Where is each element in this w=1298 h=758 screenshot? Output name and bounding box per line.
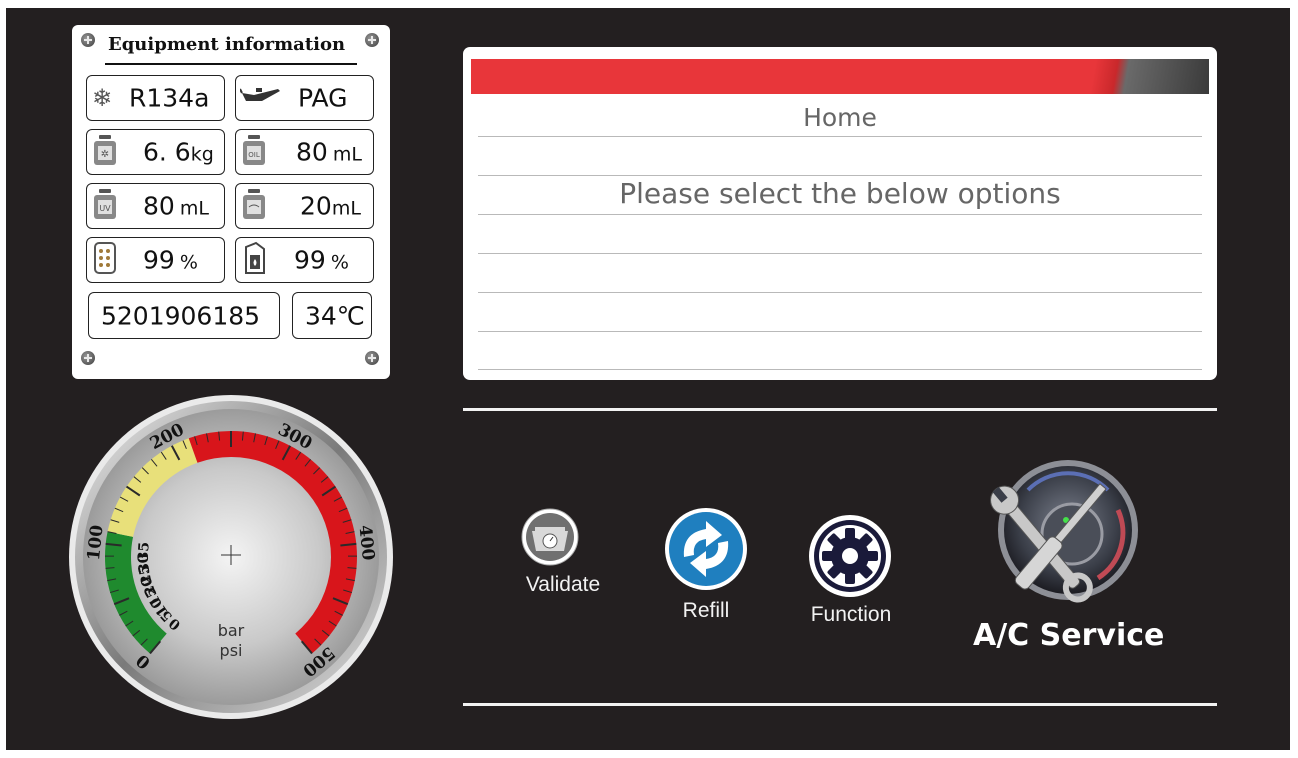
gauge-psi-label: 100 xyxy=(84,524,108,562)
message-panel: Home Please select the below options xyxy=(463,47,1217,380)
divider xyxy=(478,136,1202,137)
screw-icon xyxy=(365,351,379,365)
equipment-info-panel: Equipment information ❄ R134a PAG ✲ 6. 6… xyxy=(72,25,390,379)
oil-bottle-level-cell: 99 % xyxy=(235,237,374,283)
pressure-gauge: 0100200 30040050005101520253035 bar psi xyxy=(69,395,393,719)
function-button[interactable]: Function xyxy=(808,514,894,629)
tools-gauge-icon xyxy=(990,460,1138,603)
temperature-value: 34℃ xyxy=(305,301,365,330)
divider xyxy=(478,292,1202,293)
refrigerant-type-cell: ❄ R134a xyxy=(86,75,225,121)
function-label: Function xyxy=(810,603,892,626)
validate-button[interactable]: Validate xyxy=(520,507,606,622)
oil-bottle-level-value: 99 % xyxy=(294,245,349,275)
oil-type-value: PAG xyxy=(298,83,348,113)
uv-scale-icon: UV xyxy=(93,188,117,224)
divider xyxy=(478,369,1202,370)
screen-title: Home xyxy=(803,103,877,132)
screw-icon xyxy=(365,33,379,47)
oil-type-cell: PAG xyxy=(235,75,374,121)
oil-bottle-icon xyxy=(242,241,268,279)
serial-number: 5201906185 xyxy=(101,301,261,330)
divider xyxy=(478,175,1202,176)
serial-number-cell: 5201906185 xyxy=(88,292,280,339)
tank-scale-icon xyxy=(242,188,266,224)
oil-can-icon xyxy=(239,85,290,111)
screw-icon xyxy=(81,351,95,365)
divider xyxy=(478,253,1202,254)
ac-service-label: A/C Service xyxy=(973,618,1165,653)
temperature-cell: 34℃ xyxy=(292,292,372,339)
refill-button[interactable]: Refill xyxy=(664,507,750,622)
oil-volume-cell: OIL 80 mL xyxy=(235,129,374,175)
gauge-unit-bar: bar xyxy=(218,621,245,640)
divider xyxy=(463,408,1217,411)
refrigerant-type-value: R134a xyxy=(129,83,210,113)
gauge-bar-label: 35 xyxy=(136,541,153,561)
instruction-text: Please select the below options xyxy=(619,177,1061,210)
filter-icon xyxy=(93,241,117,279)
divider xyxy=(478,331,1202,332)
divider xyxy=(463,703,1217,706)
filter-level-value: 99 % xyxy=(143,245,198,275)
gear-icon xyxy=(809,515,891,597)
refill-label: Refill xyxy=(682,599,730,622)
oil-scale-icon: OIL xyxy=(242,134,266,170)
svg-text:✲: ✲ xyxy=(101,149,109,160)
title-underline xyxy=(105,63,357,65)
refrigerant-weight-value: 6. 6kg xyxy=(143,137,214,167)
screw-icon xyxy=(81,33,95,47)
uv-volume-cell: UV 80 mL xyxy=(86,183,225,229)
gauge-psi-label: 400 xyxy=(354,524,378,562)
svg-text:OIL: OIL xyxy=(248,151,260,159)
gauge-unit-psi: psi xyxy=(220,641,243,660)
svg-text:UV: UV xyxy=(99,204,111,213)
scale-icon xyxy=(521,508,579,566)
tank-volume-cell: 20mL xyxy=(235,183,374,229)
refrigerant-scale-icon: ✲ xyxy=(93,134,117,170)
tank-volume-value: 20mL xyxy=(300,191,361,221)
divider xyxy=(478,214,1202,215)
recycle-arrows-icon xyxy=(665,508,747,590)
oil-volume-value: 80 mL xyxy=(296,137,362,167)
validate-label: Validate xyxy=(525,573,601,596)
filter-level-cell: 99 % xyxy=(86,237,225,283)
snowflake-icon: ❄ xyxy=(92,84,113,112)
status-bar xyxy=(471,59,1209,94)
refrigerant-weight-cell: ✲ 6. 6kg xyxy=(86,129,225,175)
equipment-title: Equipment information xyxy=(108,34,346,55)
uv-volume-value: 80 mL xyxy=(143,191,209,221)
